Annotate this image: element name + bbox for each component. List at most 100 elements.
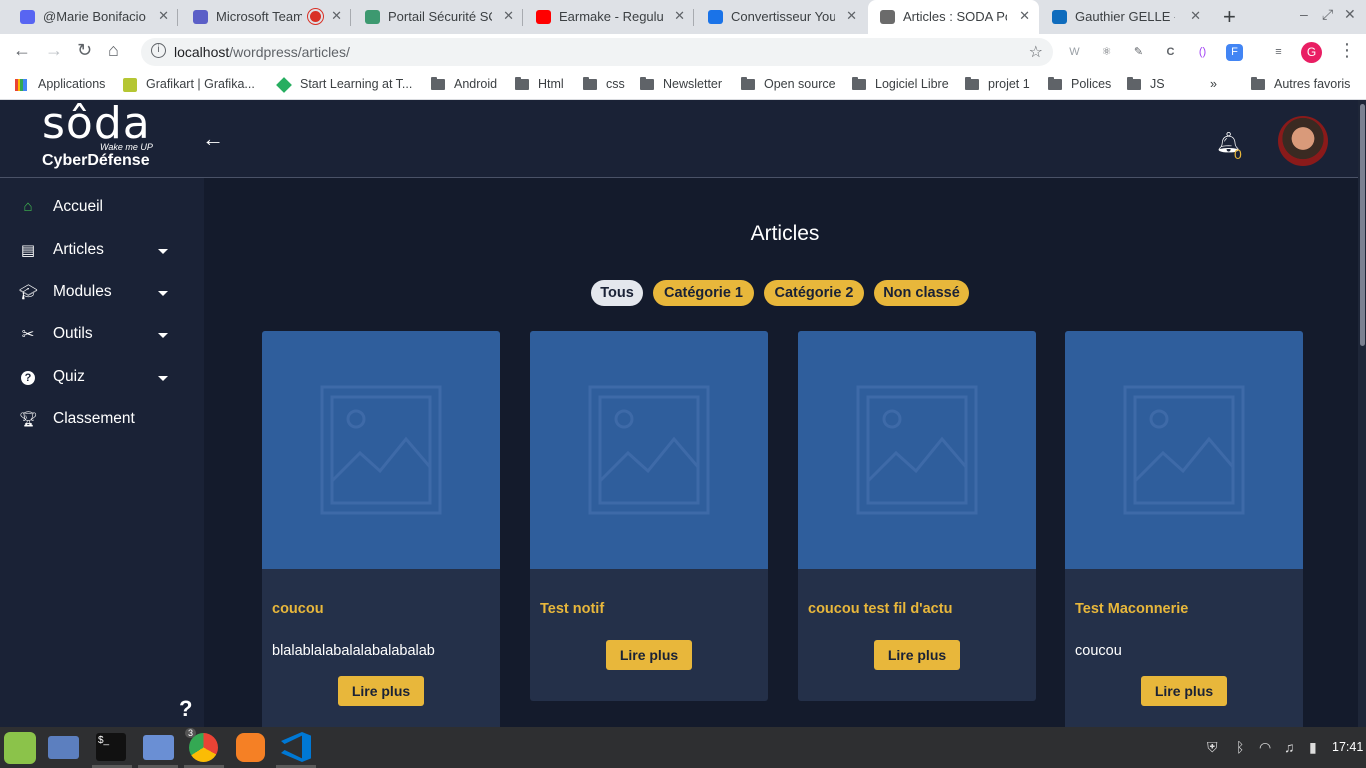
battery-icon[interactable]: ▮ bbox=[1309, 739, 1317, 756]
bookmark-apps[interactable]: Applications bbox=[15, 77, 105, 91]
bookmark-label: projet 1 bbox=[988, 77, 1030, 91]
article-card[interactable]: coucou blalablalabalalabalabalab Lire pl… bbox=[262, 331, 500, 727]
sidebar-item-quiz[interactable]: ? Quiz bbox=[0, 360, 204, 396]
read-more-button[interactable]: Lire plus bbox=[606, 640, 692, 670]
browser-tab[interactable]: Microsoft Team ✕ bbox=[173, 0, 351, 34]
reload-icon[interactable]: ↻ bbox=[77, 40, 92, 61]
sidebar-item-modules[interactable]: 🎓︎ Modules bbox=[0, 275, 204, 311]
newspaper-icon: ▤ bbox=[20, 242, 36, 259]
reading-list-icon[interactable]: ≡ bbox=[1270, 44, 1287, 61]
terminal-icon[interactable]: $_ bbox=[96, 733, 126, 761]
page-scrollbar-thumb[interactable] bbox=[1360, 104, 1365, 346]
browser-tab[interactable]: Gauthier GELLE - O ✕ bbox=[1032, 0, 1210, 34]
firefox-icon[interactable] bbox=[236, 733, 265, 762]
sound-icon[interactable]: ♫ bbox=[1284, 739, 1295, 755]
learning-favicon-icon bbox=[276, 77, 292, 93]
close-tab-icon[interactable]: ✕ bbox=[503, 8, 514, 24]
read-more-button[interactable]: Lire plus bbox=[1141, 676, 1227, 706]
show-desktop-icon[interactable] bbox=[48, 736, 79, 759]
close-tab-icon[interactable]: ✕ bbox=[331, 8, 342, 24]
restore-window-icon[interactable]: ⤢ bbox=[1322, 6, 1333, 23]
bookmark-folder[interactable]: JS bbox=[1127, 77, 1165, 91]
bookmark-folder[interactable]: Android bbox=[431, 77, 497, 91]
soda-logo[interactable]: sôda Wake me UP CyberDéfense bbox=[40, 100, 168, 172]
bookmark-item[interactable]: Grafikart | Grafika... bbox=[123, 77, 255, 92]
close-tab-icon[interactable]: ✕ bbox=[846, 8, 857, 24]
vscode-icon[interactable] bbox=[281, 732, 311, 762]
minimize-window-icon[interactable]: – bbox=[1300, 6, 1308, 22]
article-card[interactable]: Test notif Lire plus bbox=[530, 331, 768, 701]
browser-tab[interactable]: @Marie Bonifacio - ✕ bbox=[0, 0, 178, 34]
file-manager-icon[interactable] bbox=[143, 735, 174, 760]
bluetooth-icon[interactable]: ᛒ bbox=[1236, 739, 1244, 755]
tab-title: Convertisseur Yout bbox=[731, 9, 835, 24]
forward-icon[interactable]: → bbox=[45, 40, 63, 61]
wifi-icon[interactable]: ◠ bbox=[1259, 739, 1271, 756]
folder-icon bbox=[515, 77, 529, 90]
chrome-menu-icon[interactable]: ⋮ bbox=[1338, 40, 1356, 61]
filter-chip-categorie-2[interactable]: Catégorie 2 bbox=[764, 280, 864, 306]
profile-avatar[interactable]: G bbox=[1301, 42, 1322, 63]
sidebar-item-articles[interactable]: ▤ Articles bbox=[0, 233, 204, 269]
sidebar-item-classement[interactable]: 🏆︎ Classement bbox=[0, 402, 204, 438]
article-title[interactable]: Test Maconnerie bbox=[1075, 601, 1188, 617]
filter-chip-categorie-1[interactable]: Catégorie 1 bbox=[653, 280, 754, 306]
user-avatar[interactable] bbox=[1278, 116, 1328, 166]
close-tab-icon[interactable]: ✕ bbox=[674, 8, 685, 24]
bookmark-label: Open source bbox=[764, 77, 836, 91]
collapse-sidebar-arrow-icon[interactable]: ← bbox=[202, 126, 224, 152]
new-tab-button[interactable]: + bbox=[1223, 4, 1236, 30]
wordpress-extension-icon[interactable]: W bbox=[1066, 44, 1083, 61]
translate-extension-icon[interactable]: F bbox=[1226, 44, 1243, 61]
bookmark-folder[interactable]: Html bbox=[515, 77, 564, 91]
home-button-icon[interactable]: ⌂ bbox=[108, 40, 119, 61]
bookmark-folder[interactable]: Open source bbox=[741, 77, 836, 91]
close-tab-icon[interactable]: ✕ bbox=[158, 8, 169, 24]
site-info-icon[interactable]: i bbox=[151, 43, 166, 58]
teams-favicon-icon bbox=[193, 10, 208, 24]
tools-icon: ✂ bbox=[21, 326, 35, 343]
colorpicker-extension-icon[interactable]: ✎ bbox=[1130, 44, 1147, 61]
react-extension-icon[interactable]: ⚛ bbox=[1098, 44, 1115, 61]
c-extension-icon[interactable]: C bbox=[1162, 44, 1179, 61]
article-card[interactable]: Test Maconnerie coucou Lire plus bbox=[1065, 331, 1303, 727]
browser-tab[interactable]: Portail Sécurité SOC ✕ bbox=[345, 0, 523, 34]
article-title[interactable]: Test notif bbox=[540, 601, 604, 617]
bookmark-star-icon[interactable]: ☆ bbox=[1029, 42, 1043, 62]
read-more-button[interactable]: Lire plus bbox=[338, 676, 424, 706]
converter-favicon-icon bbox=[708, 10, 723, 24]
close-tab-icon[interactable]: ✕ bbox=[1190, 8, 1201, 24]
back-icon[interactable]: ← bbox=[13, 40, 31, 61]
bookmarks-overflow-icon[interactable]: » bbox=[1210, 77, 1217, 91]
browser-tab[interactable]: Earmake - Regulus ✕ bbox=[516, 0, 694, 34]
browser-tab-active[interactable]: Articles : SODA Por ✕ bbox=[868, 0, 1039, 34]
bookmark-item[interactable]: Start Learning at T... bbox=[276, 77, 412, 93]
security-shield-icon[interactable]: ⛨ bbox=[1207, 739, 1218, 756]
address-bar[interactable]: i localhost/wordpress/articles/ ☆ bbox=[141, 38, 1053, 66]
chevron-down-icon bbox=[158, 376, 168, 381]
article-title[interactable]: coucou bbox=[272, 601, 324, 617]
bookmark-folder[interactable]: Newsletter bbox=[640, 77, 722, 91]
bookmark-folder[interactable]: Polices bbox=[1048, 77, 1111, 91]
bookmark-folder[interactable]: Logiciel Libre bbox=[852, 77, 949, 91]
bookmark-folder[interactable]: projet 1 bbox=[965, 77, 1030, 91]
close-tab-icon[interactable]: ✕ bbox=[1019, 8, 1030, 24]
code-extension-icon[interactable]: () bbox=[1194, 44, 1211, 61]
sidebar-item-outils[interactable]: ✂ Outils bbox=[0, 317, 204, 353]
mint-menu-icon[interactable] bbox=[4, 732, 36, 764]
filter-chip-tous[interactable]: Tous bbox=[591, 280, 643, 306]
close-window-icon[interactable]: ✕ bbox=[1344, 6, 1356, 23]
folder-icon bbox=[741, 77, 755, 90]
app-header: sôda Wake me UP CyberDéfense ← 🔔︎ 0 bbox=[0, 100, 1366, 178]
article-title[interactable]: coucou test fil d'actu bbox=[808, 601, 952, 617]
sidebar-item-accueil[interactable]: ⌂ Accueil bbox=[0, 190, 204, 226]
image-placeholder-icon bbox=[588, 385, 710, 515]
clock[interactable]: 17:41 bbox=[1332, 740, 1363, 754]
other-bookmarks-folder[interactable]: Autres favoris bbox=[1251, 77, 1350, 91]
read-more-button[interactable]: Lire plus bbox=[874, 640, 960, 670]
article-card[interactable]: coucou test fil d'actu Lire plus bbox=[798, 331, 1036, 701]
bookmark-folder[interactable]: css bbox=[583, 77, 625, 91]
filter-chip-non-classe[interactable]: Non classé bbox=[874, 280, 969, 306]
browser-tab[interactable]: Convertisseur Yout ✕ bbox=[688, 0, 866, 34]
help-icon[interactable]: ? bbox=[179, 696, 192, 722]
